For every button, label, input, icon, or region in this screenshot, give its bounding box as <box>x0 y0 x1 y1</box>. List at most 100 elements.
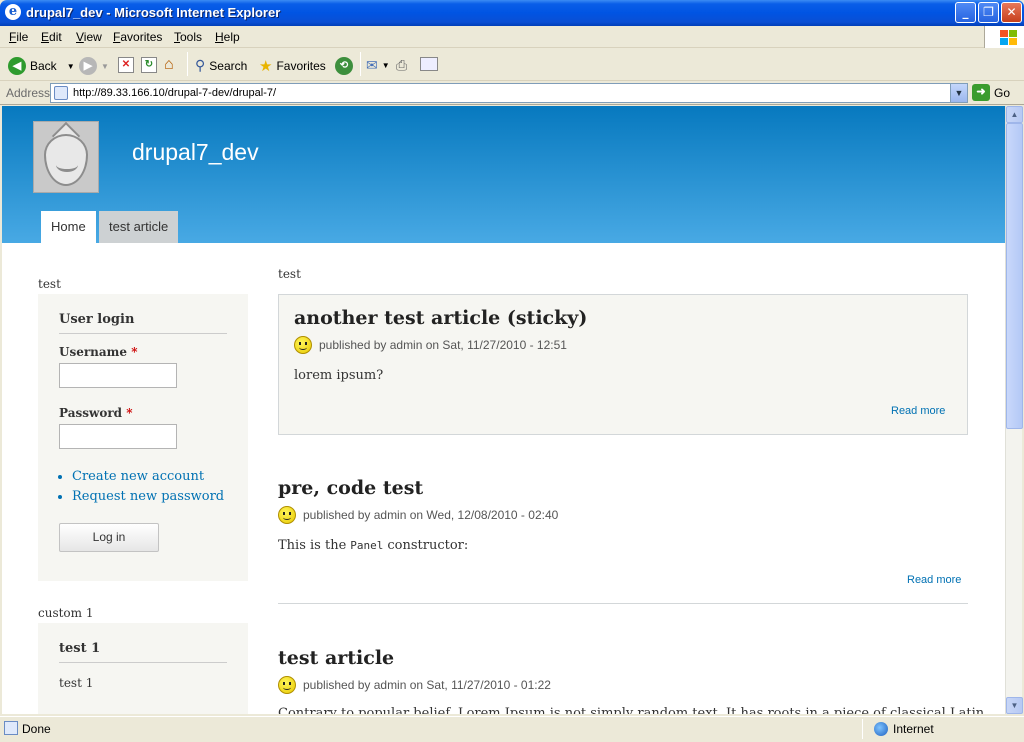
article-title[interactable]: test article <box>278 647 394 669</box>
page-icon <box>54 86 68 100</box>
password-label: Password * <box>59 406 133 420</box>
globe-icon <box>874 722 888 736</box>
windows-logo-icon <box>984 26 1024 48</box>
required-mark: * <box>126 406 133 420</box>
user-avatar-icon <box>278 676 296 694</box>
custom-block-title: test 1 <box>59 641 227 663</box>
required-mark: * <box>131 345 138 359</box>
address-label: Address <box>6 86 51 100</box>
chevron-down-icon: ▼ <box>66 61 75 71</box>
article-node-sticky: another test article (sticky) published … <box>278 294 968 435</box>
address-input[interactable]: http://89.33.166.10/drupal-7-dev/drupal-… <box>50 83 968 103</box>
refresh-icon: ↻ <box>141 57 157 73</box>
read-more-link[interactable]: Read more <box>907 574 961 586</box>
status-text: Done <box>22 722 51 736</box>
login-button[interactable]: Log in <box>59 523 159 552</box>
home-button[interactable]: ⌂ <box>164 56 174 74</box>
menu-view[interactable]: View <box>76 30 102 44</box>
close-button[interactable]: ✕ <box>1001 2 1022 23</box>
edit-page-icon <box>420 57 438 71</box>
toolbar-separator <box>187 52 188 76</box>
tab-home[interactable]: Home <box>41 211 96 243</box>
site-name[interactable]: drupal7_dev <box>132 139 259 166</box>
scroll-thumb[interactable] <box>1006 123 1023 429</box>
mail-icon: ✉ <box>366 57 378 73</box>
main-region-label: test <box>278 267 301 281</box>
forward-arrow-icon: ▶ <box>79 57 97 75</box>
status-divider <box>862 719 863 739</box>
history-icon: ⟲ <box>335 57 353 75</box>
title-bar: e drupal7_dev - Microsoft Internet Explo… <box>0 0 1024 26</box>
mail-button[interactable]: ✉ ▼ <box>366 57 390 74</box>
stop-button[interactable]: ✕ <box>118 57 134 73</box>
stop-icon: ✕ <box>118 57 134 73</box>
site-header: drupal7_dev Home test article <box>2 106 1005 243</box>
search-icon: ⚲ <box>195 57 206 73</box>
scroll-down-icon[interactable]: ▼ <box>1006 697 1023 714</box>
menu-file[interactable]: File <box>9 30 28 44</box>
scroll-up-icon[interactable]: ▲ <box>1006 106 1023 123</box>
internet-explorer-icon: e <box>5 4 21 20</box>
go-button[interactable]: ➜ Go <box>972 84 1010 101</box>
custom-block-body: test 1 <box>59 676 94 690</box>
article-meta: published by admin on Wed, 12/08/2010 - … <box>303 508 559 522</box>
article-body: This is the Panel constructor: <box>278 538 469 553</box>
custom-region-label: custom 1 <box>38 606 94 620</box>
history-button[interactable]: ⟲ <box>335 57 353 75</box>
article-meta: published by admin on Sat, 11/27/2010 - … <box>319 338 567 352</box>
search-label: Search <box>209 58 248 73</box>
menu-tools[interactable]: Tools <box>174 30 202 44</box>
password-field[interactable] <box>59 424 177 449</box>
zone-label: Internet <box>893 722 934 736</box>
menu-help[interactable]: Help <box>215 30 240 44</box>
forward-button[interactable]: ▶ ▼ <box>79 57 109 75</box>
toolbar-separator <box>360 52 361 76</box>
user-login-block: User login Username * Password * Create … <box>38 294 248 581</box>
article-title[interactable]: pre, code test <box>278 477 423 499</box>
print-button[interactable]: ⎙ <box>396 57 407 74</box>
page-done-icon <box>4 721 18 735</box>
go-label: Go <box>994 85 1011 100</box>
back-label: Back <box>30 59 57 73</box>
address-dropdown-icon[interactable]: ▼ <box>950 84 967 102</box>
code-snippet: Panel <box>350 539 384 552</box>
read-more-link[interactable]: Read more <box>891 405 945 417</box>
minimize-button[interactable]: _ <box>955 2 976 23</box>
chevron-down-icon: ▼ <box>101 61 109 71</box>
username-field[interactable] <box>59 363 177 388</box>
address-url: http://89.33.166.10/drupal-7-dev/drupal-… <box>73 87 277 99</box>
article-body: Contrary to popular belief, Lorem Ipsum … <box>278 706 985 714</box>
username-label: Username * <box>59 345 138 359</box>
window-title: drupal7_dev - Microsoft Internet Explore… <box>26 5 281 20</box>
create-account-link[interactable]: Create new account <box>72 469 224 484</box>
request-password-link[interactable]: Request new password <box>72 489 224 504</box>
article-body: lorem ipsum? <box>294 368 384 383</box>
refresh-button[interactable]: ↻ <box>141 57 157 73</box>
article-title[interactable]: another test article (sticky) <box>294 307 587 329</box>
edit-button[interactable] <box>420 57 438 71</box>
print-icon: ⎙ <box>396 57 408 73</box>
menu-bar: File Edit View Favorites Tools Help <box>0 26 1024 48</box>
search-button[interactable]: ⚲ Search <box>195 57 247 74</box>
drupal-logo[interactable] <box>33 121 99 193</box>
page-viewport: drupal7_dev Home test article test User … <box>2 106 1005 714</box>
login-links: Create new account Request new password <box>72 469 224 509</box>
login-title: User login <box>59 312 227 334</box>
address-bar: Address http://89.33.166.10/drupal-7-dev… <box>0 81 1024 105</box>
vertical-scrollbar[interactable]: ▲ ▼ <box>1005 106 1023 714</box>
maximize-button[interactable]: ❐ <box>978 2 999 23</box>
user-avatar-icon <box>294 336 312 354</box>
menu-edit[interactable]: Edit <box>41 30 62 44</box>
menu-favorites[interactable]: Favorites <box>113 30 162 44</box>
status-bar: Done Internet <box>0 716 1024 742</box>
tab-test-article[interactable]: test article <box>99 211 179 243</box>
back-button[interactable]: ◀ Back ▼ <box>8 57 75 75</box>
chevron-down-icon: ▼ <box>381 61 390 70</box>
go-arrow-icon: ➜ <box>972 84 990 101</box>
favorites-button[interactable]: ★ Favorites <box>259 57 326 75</box>
star-icon: ★ <box>259 58 273 75</box>
home-icon: ⌂ <box>164 56 174 73</box>
custom-block: test 1 test 1 <box>38 623 248 714</box>
node-divider <box>278 603 968 604</box>
article-meta: published by admin on Sat, 11/27/2010 - … <box>303 678 551 692</box>
